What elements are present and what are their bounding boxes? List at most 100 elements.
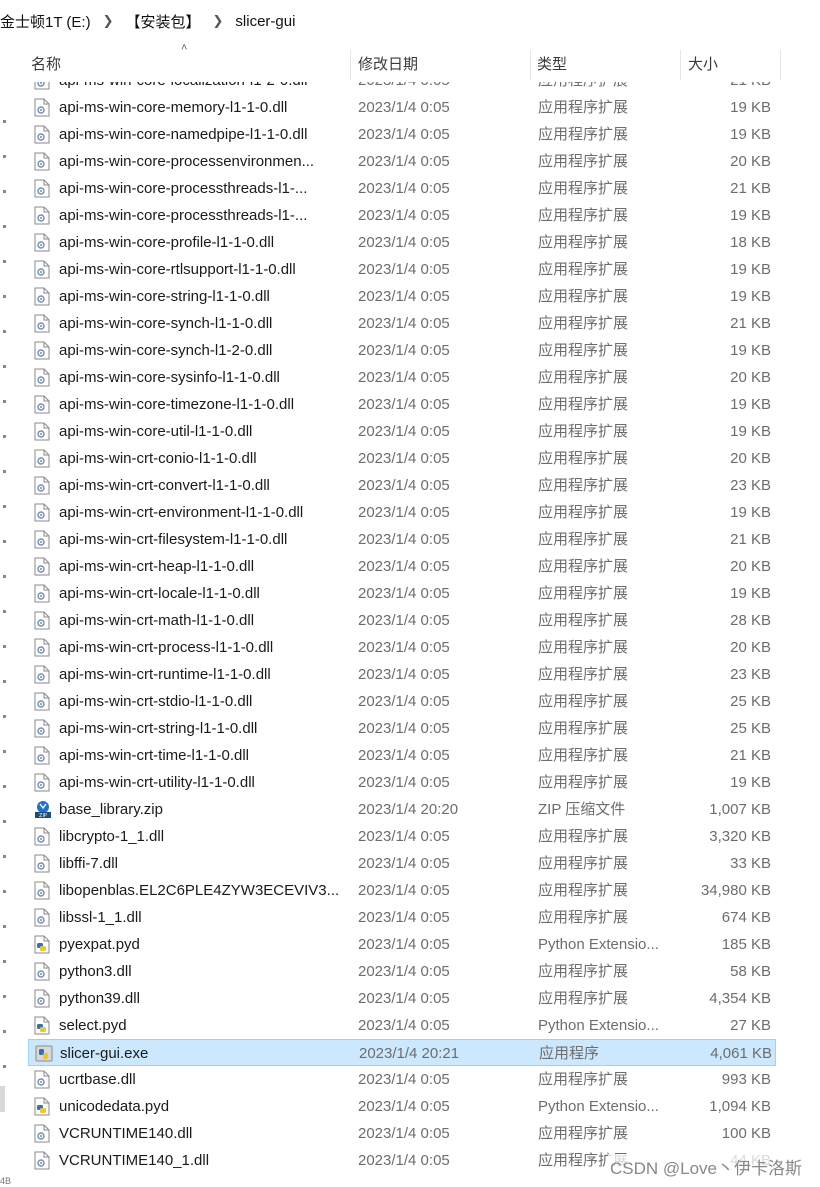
file-name[interactable]: api-ms-win-core-rtlsupport-l1-1-0.dll <box>59 256 347 283</box>
file-row[interactable]: api-ms-win-core-synch-l1-2-0.dll 2023/1/4… <box>28 337 776 364</box>
file-row[interactable]: api-ms-win-crt-math-l1-1-0.dll 2023/1/4 0… <box>28 607 776 634</box>
file-row[interactable]: api-ms-win-crt-conio-l1-1-0.dll 2023/1/4 … <box>28 445 776 472</box>
file-name[interactable]: api-ms-win-core-processthreads-l1-... <box>59 175 347 202</box>
dll-file-icon <box>34 904 52 931</box>
file-name[interactable]: slicer-gui.exe <box>60 1040 348 1067</box>
file-row[interactable]: api-ms-win-crt-convert-l1-1-0.dll 2023/1/… <box>28 472 776 499</box>
file-name[interactable]: api-ms-win-crt-string-l1-1-0.dll <box>59 715 347 742</box>
file-row[interactable]: select.pyd 2023/1/4 0:05 Python Extensio..… <box>28 1012 776 1039</box>
file-row[interactable]: api-ms-win-core-profile-l1-1-0.dll 2023/1… <box>28 229 776 256</box>
file-name[interactable]: api-ms-win-crt-runtime-l1-1-0.dll <box>59 661 347 688</box>
file-name[interactable]: libffi-7.dll <box>59 850 347 877</box>
file-name[interactable]: VCRUNTIME140_1.dll <box>59 1147 347 1174</box>
file-name[interactable]: api-ms-win-crt-convert-l1-1-0.dll <box>59 472 347 499</box>
tree-expander-dot <box>3 715 6 718</box>
file-size: 993 KB <box>721 1071 771 1088</box>
file-row[interactable]: api-ms-win-core-util-l1-1-0.dll 2023/1/4 … <box>28 418 776 445</box>
file-name[interactable]: pyexpat.pyd <box>59 931 347 958</box>
file-row[interactable]: ucrtbase.dll 2023/1/4 0:05 应用程序扩展 993 KB <box>28 1066 776 1093</box>
file-row[interactable]: slicer-gui.exe 2023/1/4 20:21 应用程序 4,061 KB <box>28 1039 776 1066</box>
file-row[interactable]: api-ms-win-core-processthreads-l1-... 202… <box>28 202 776 229</box>
file-name[interactable]: api-ms-win-core-profile-l1-1-0.dll <box>59 229 347 256</box>
file-row[interactable]: api-ms-win-crt-string-l1-1-0.dll 2023/1/4… <box>28 715 776 742</box>
file-row[interactable]: VCRUNTIME140.dll 2023/1/4 0:05 应用程序扩展 100 K… <box>28 1120 776 1147</box>
column-divider[interactable] <box>680 50 681 80</box>
file-row[interactable]: api-ms-win-core-memory-l1-1-0.dll 2023/1/… <box>28 94 776 121</box>
file-row[interactable]: api-ms-win-crt-process-l1-1-0.dll 2023/1/… <box>28 634 776 661</box>
file-name[interactable]: api-ms-win-crt-stdio-l1-1-0.dll <box>59 688 347 715</box>
column-divider[interactable] <box>780 50 781 80</box>
file-row[interactable]: api-ms-win-core-sysinfo-l1-1-0.dll 2023/1… <box>28 364 776 391</box>
chevron-right-icon[interactable]: ❯ <box>103 13 114 29</box>
file-row[interactable]: libffi-7.dll 2023/1/4 0:05 应用程序扩展 33 KB <box>28 850 776 877</box>
file-row[interactable]: ZIP base_library.zip 2023/1/4 20:20 ZIP 压缩文… <box>28 796 776 823</box>
file-row[interactable]: api-ms-win-core-synch-l1-1-0.dll 2023/1/4… <box>28 310 776 337</box>
file-row[interactable]: libssl-1_1.dll 2023/1/4 0:05 应用程序扩展 674 KB <box>28 904 776 931</box>
file-row[interactable]: api-ms-win-core-processthreads-l1-... 202… <box>28 175 776 202</box>
column-header-name[interactable]: 名称 <box>31 48 349 82</box>
file-name[interactable]: libssl-1_1.dll <box>59 904 347 931</box>
file-row[interactable]: api-ms-win-crt-stdio-l1-1-0.dll 2023/1/4 … <box>28 688 776 715</box>
file-name[interactable]: python3.dll <box>59 958 347 985</box>
file-row[interactable]: api-ms-win-crt-locale-l1-1-0.dll 2023/1/4… <box>28 580 776 607</box>
file-row[interactable]: api-ms-win-core-string-l1-1-0.dll 2023/1/… <box>28 283 776 310</box>
file-name[interactable]: api-ms-win-core-timezone-l1-1-0.dll <box>59 391 347 418</box>
file-row[interactable]: api-ms-win-core-processenvironmen... 2023… <box>28 148 776 175</box>
column-header-type[interactable]: 类型 <box>537 48 679 82</box>
file-name[interactable]: libopenblas.EL2C6PLE4ZYW3ECEVIV3... <box>59 877 347 904</box>
file-name[interactable]: api-ms-win-crt-time-l1-1-0.dll <box>59 742 347 769</box>
breadcrumb-folder-installers[interactable]: 【安装包】 <box>125 11 200 32</box>
file-name[interactable]: api-ms-win-crt-locale-l1-1-0.dll <box>59 580 347 607</box>
file-name[interactable]: api-ms-win-core-processthreads-l1-... <box>59 202 347 229</box>
file-name[interactable]: ucrtbase.dll <box>59 1066 347 1093</box>
file-name[interactable]: api-ms-win-core-localization-l1-2-0.dll <box>59 82 347 94</box>
file-row[interactable]: python39.dll 2023/1/4 0:05 应用程序扩展 4,354 KB <box>28 985 776 1012</box>
breadcrumb-drive[interactable]: 金士顿1T (E:) <box>0 11 91 32</box>
file-name[interactable]: api-ms-win-core-processenvironmen... <box>59 148 347 175</box>
file-name[interactable]: api-ms-win-core-synch-l1-1-0.dll <box>59 310 347 337</box>
file-row[interactable]: pyexpat.pyd 2023/1/4 0:05 Python Extensio.… <box>28 931 776 958</box>
file-date: 2023/1/4 20:20 <box>358 801 459 818</box>
file-name[interactable]: api-ms-win-core-util-l1-1-0.dll <box>59 418 347 445</box>
file-name[interactable]: VCRUNTIME140.dll <box>59 1120 347 1147</box>
chevron-right-icon[interactable]: ❯ <box>213 13 224 29</box>
file-name[interactable]: api-ms-win-core-synch-l1-2-0.dll <box>59 337 347 364</box>
nav-scrollbar[interactable] <box>0 1086 5 1112</box>
file-row[interactable]: api-ms-win-crt-runtime-l1-1-0.dll 2023/1/… <box>28 661 776 688</box>
file-row[interactable]: api-ms-win-crt-filesystem-l1-1-0.dll 2023… <box>28 526 776 553</box>
file-name[interactable]: select.pyd <box>59 1012 347 1039</box>
file-name[interactable]: api-ms-win-crt-environment-l1-1-0.dll <box>59 499 347 526</box>
file-name[interactable]: api-ms-win-crt-math-l1-1-0.dll <box>59 607 347 634</box>
file-row[interactable]: python3.dll 2023/1/4 0:05 应用程序扩展 58 KB <box>28 958 776 985</box>
column-divider[interactable] <box>530 50 531 80</box>
file-row[interactable]: api-ms-win-crt-time-l1-1-0.dll 2023/1/4 0… <box>28 742 776 769</box>
file-name[interactable]: api-ms-win-crt-filesystem-l1-1-0.dll <box>59 526 347 553</box>
column-header-size[interactable]: 大小 <box>688 48 778 82</box>
file-row[interactable]: api-ms-win-crt-environment-l1-1-0.dll 202… <box>28 499 776 526</box>
file-name[interactable]: api-ms-win-core-sysinfo-l1-1-0.dll <box>59 364 347 391</box>
column-header-date[interactable]: 修改日期 <box>358 48 528 82</box>
file-name[interactable]: python39.dll <box>59 985 347 1012</box>
file-row[interactable]: api-ms-win-core-rtlsupport-l1-1-0.dll 202… <box>28 256 776 283</box>
file-name[interactable]: base_library.zip <box>59 796 347 823</box>
file-row[interactable]: api-ms-win-core-namedpipe-l1-1-0.dll 2023… <box>28 121 776 148</box>
file-row[interactable]: api-ms-win-core-localization-l1-2-0.dll 2… <box>28 82 776 94</box>
file-row[interactable]: libcrypto-1_1.dll 2023/1/4 0:05 应用程序扩展 3,32… <box>28 823 776 850</box>
column-divider[interactable] <box>350 50 351 80</box>
file-name[interactable]: api-ms-win-core-namedpipe-l1-1-0.dll <box>59 121 347 148</box>
file-name[interactable]: api-ms-win-core-string-l1-1-0.dll <box>59 283 347 310</box>
file-name[interactable]: api-ms-win-crt-conio-l1-1-0.dll <box>59 445 347 472</box>
file-row[interactable]: unicodedata.pyd 2023/1/4 0:05 Python Exten… <box>28 1093 776 1120</box>
file-name[interactable]: libcrypto-1_1.dll <box>59 823 347 850</box>
file-name[interactable]: api-ms-win-crt-utility-l1-1-0.dll <box>59 769 347 796</box>
file-row[interactable]: api-ms-win-core-timezone-l1-1-0.dll 2023/… <box>28 391 776 418</box>
file-name[interactable]: unicodedata.pyd <box>59 1093 347 1120</box>
file-name[interactable]: api-ms-win-core-memory-l1-1-0.dll <box>59 94 347 121</box>
file-row[interactable]: api-ms-win-crt-utility-l1-1-0.dll 2023/1/… <box>28 769 776 796</box>
file-name[interactable]: api-ms-win-crt-heap-l1-1-0.dll <box>59 553 347 580</box>
breadcrumb-folder-current[interactable]: slicer-gui <box>235 13 295 30</box>
file-row[interactable]: libopenblas.EL2C6PLE4ZYW3ECEVIV3... 2023/… <box>28 877 776 904</box>
column-header-row: ˄ 名称 修改日期 类型 大小 <box>28 42 820 82</box>
file-name[interactable]: api-ms-win-crt-process-l1-1-0.dll <box>59 634 347 661</box>
file-row[interactable]: api-ms-win-crt-heap-l1-1-0.dll 2023/1/4 0… <box>28 553 776 580</box>
